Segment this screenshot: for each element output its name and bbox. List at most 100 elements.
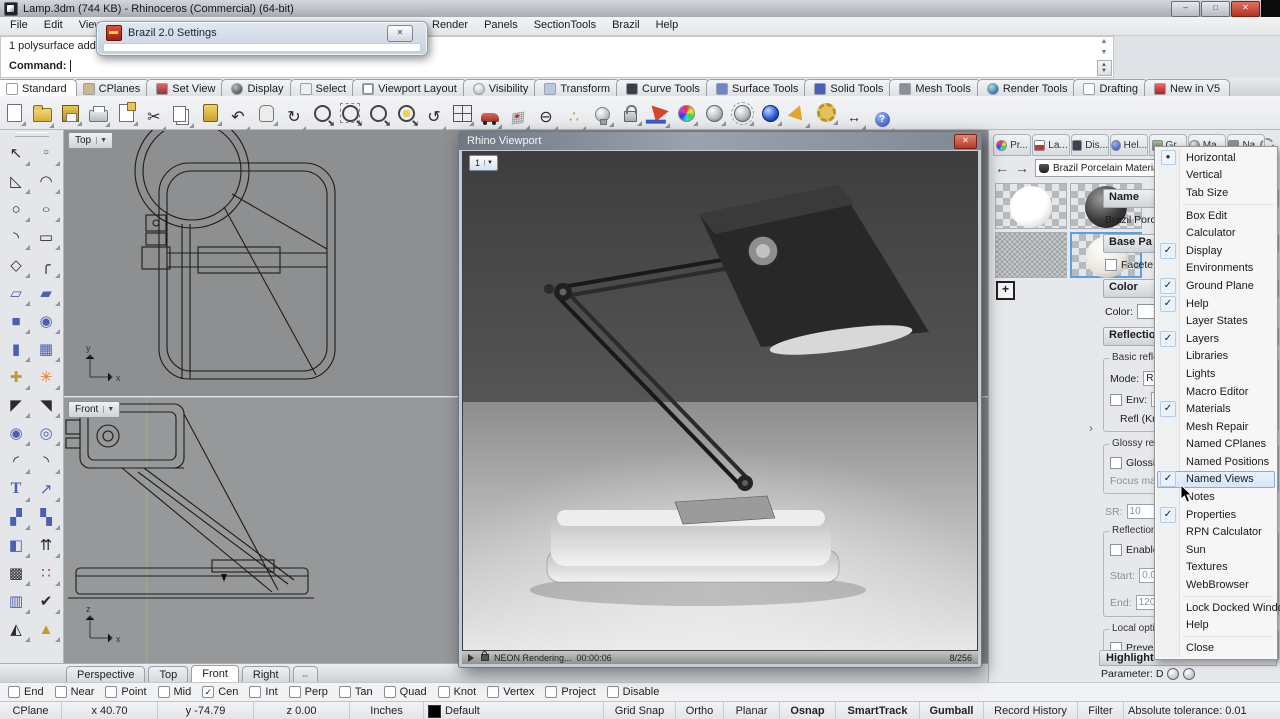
undo-icon[interactable]: ↶ bbox=[226, 105, 250, 131]
sr-field[interactable]: 10 bbox=[1127, 504, 1157, 519]
flyout-triangle-icon[interactable] bbox=[861, 125, 866, 130]
cut-icon[interactable]: ✂ bbox=[142, 105, 166, 131]
menu-item-close[interactable]: Close bbox=[1157, 639, 1275, 657]
flyout-triangle-icon[interactable] bbox=[25, 217, 30, 222]
osnap-perp[interactable]: Perp bbox=[289, 686, 328, 698]
command-prompt[interactable]: Command: bbox=[9, 60, 71, 72]
viewport-dropdown-icon[interactable]: ▼ bbox=[103, 406, 117, 413]
floating-render-window[interactable]: Rhino Viewport ✕ 1▼ bbox=[458, 131, 982, 668]
flyout-triangle-icon[interactable] bbox=[25, 245, 30, 250]
puzzle-icon[interactable]: ✚ bbox=[2, 363, 31, 391]
tab-render-tools[interactable]: Render Tools bbox=[977, 79, 1078, 97]
zoom-extents-icon[interactable] bbox=[394, 100, 418, 126]
flyout-triangle-icon[interactable] bbox=[245, 126, 250, 131]
flyout-triangle-icon[interactable] bbox=[55, 189, 60, 194]
render-window-title-bar[interactable]: Rhino Viewport ✕ bbox=[459, 132, 981, 150]
distribute-icon[interactable]: ▚ bbox=[32, 503, 61, 531]
flyout-triangle-icon[interactable] bbox=[55, 609, 60, 614]
solid-edit-icon[interactable]: ◧ bbox=[2, 531, 31, 559]
tab-standard[interactable]: Standard bbox=[0, 79, 77, 97]
flyout-triangle-icon[interactable] bbox=[55, 441, 60, 446]
menu-item-environments[interactable]: Environments bbox=[1157, 260, 1275, 278]
flyout-triangle-icon[interactable] bbox=[609, 122, 614, 127]
menu-item-calculator[interactable]: Calculator bbox=[1157, 224, 1275, 242]
flyout-triangle-icon[interactable] bbox=[25, 329, 30, 334]
polygon-icon[interactable]: ◇ bbox=[2, 251, 31, 279]
render-window-close-button[interactable]: ✕ bbox=[954, 134, 977, 149]
save-icon[interactable] bbox=[58, 100, 82, 126]
forward-arrow-icon[interactable]: → bbox=[1015, 160, 1029, 176]
flyout-triangle-icon[interactable] bbox=[749, 121, 754, 126]
flyout-triangle-icon[interactable] bbox=[55, 245, 60, 250]
faceted-checkbox[interactable] bbox=[1105, 259, 1117, 271]
reset-icon[interactable] bbox=[1167, 668, 1179, 680]
checkbox[interactable] bbox=[8, 686, 20, 698]
flyout-triangle-icon[interactable] bbox=[55, 301, 60, 306]
status-units[interactable]: Inches bbox=[350, 702, 424, 719]
paste-icon[interactable] bbox=[198, 100, 222, 126]
osnap-int[interactable]: Int bbox=[249, 686, 277, 698]
brazil-settings-dialog[interactable]: Brazil 2.0 Settings ✕ bbox=[96, 21, 428, 56]
menu-item-sun[interactable]: Sun bbox=[1157, 541, 1275, 559]
flyout-triangle-icon[interactable] bbox=[25, 385, 30, 390]
flyout-triangle-icon[interactable] bbox=[25, 469, 30, 474]
flyout-triangle-icon[interactable] bbox=[55, 553, 60, 558]
help-icon[interactable]: ? bbox=[870, 107, 894, 133]
viewport-tab-right[interactable]: Right bbox=[242, 666, 290, 682]
ellipse-icon[interactable]: ○ bbox=[32, 195, 61, 223]
play-icon[interactable] bbox=[468, 654, 474, 662]
menu-item-layer-states[interactable]: Layer States bbox=[1157, 312, 1275, 330]
flyout-triangle-icon[interactable] bbox=[49, 123, 54, 128]
dialog-close-button[interactable]: ✕ bbox=[387, 25, 413, 42]
polyline-icon[interactable]: ◺ bbox=[2, 167, 31, 195]
status-gumball[interactable]: Gumball bbox=[920, 702, 984, 719]
fillet-curve-icon[interactable]: ╭ bbox=[32, 251, 61, 279]
osnap-vertex[interactable]: Vertex bbox=[487, 686, 534, 698]
status-tolerance[interactable]: Absolute tolerance: 0.01 bbox=[1124, 702, 1280, 719]
status-grid-snap[interactable]: Grid Snap bbox=[604, 702, 676, 719]
menu-item-mesh-repair[interactable]: Mesh Repair bbox=[1157, 418, 1275, 436]
tab-set-view[interactable]: Set View bbox=[146, 79, 225, 97]
tab-viewport-layout[interactable]: Viewport Layout bbox=[352, 79, 467, 97]
panel-tab-help[interactable]: Hel... bbox=[1110, 134, 1148, 156]
panel-tab-layers[interactable]: La... bbox=[1032, 134, 1070, 156]
curved-surface-icon[interactable]: ▰ bbox=[32, 279, 61, 307]
zoom-dynamic-icon[interactable] bbox=[310, 100, 334, 126]
flyout-triangle-icon[interactable] bbox=[55, 469, 60, 474]
flyout-triangle-icon[interactable] bbox=[105, 122, 110, 127]
osnap-cen[interactable]: ✓ Cen bbox=[202, 686, 238, 698]
checkbox[interactable] bbox=[384, 686, 396, 698]
flyout-triangle-icon[interactable] bbox=[25, 301, 30, 306]
menu-item-lights[interactable]: Lights bbox=[1157, 365, 1275, 383]
point-cloud-icon[interactable]: ∴ bbox=[562, 105, 586, 131]
menu-item-webbrowser[interactable]: WebBrowser bbox=[1157, 576, 1275, 594]
brazil-render-icon[interactable] bbox=[646, 102, 670, 128]
status-z[interactable]: z 0.00 bbox=[254, 702, 350, 719]
menu-item-ground-plane[interactable]: ✓ Ground Plane bbox=[1157, 277, 1275, 295]
explode-icon[interactable]: ✳ bbox=[32, 363, 61, 391]
checkbox[interactable] bbox=[339, 686, 351, 698]
material-swatch-white[interactable] bbox=[995, 183, 1067, 229]
flyout-triangle-icon[interactable] bbox=[441, 126, 446, 131]
minimize-button[interactable]: – bbox=[1171, 1, 1200, 17]
flyout-triangle-icon[interactable] bbox=[25, 357, 30, 362]
flyout-triangle-icon[interactable] bbox=[553, 126, 558, 131]
menu-item-box-edit[interactable]: Box Edit bbox=[1157, 207, 1275, 225]
arc-icon[interactable]: ◝ bbox=[2, 223, 31, 251]
viewport-tab-new[interactable]: ⇔ bbox=[293, 666, 318, 682]
flyout-triangle-icon[interactable] bbox=[21, 121, 26, 126]
undo-view-icon[interactable]: ↺ bbox=[422, 105, 446, 131]
flyout-triangle-icon[interactable] bbox=[161, 126, 166, 131]
status-smarttrack[interactable]: SmartTrack bbox=[836, 702, 920, 719]
menu-item-macro-editor[interactable]: Macro Editor bbox=[1157, 383, 1275, 401]
menu-item-help-2[interactable]: Help bbox=[1157, 616, 1275, 634]
status-ortho[interactable]: Ortho bbox=[676, 702, 724, 719]
flyout-triangle-icon[interactable] bbox=[55, 497, 60, 502]
status-y[interactable]: y -74.79 bbox=[158, 702, 254, 719]
menu-item-help[interactable]: ✓ Help bbox=[1157, 295, 1275, 313]
render-preview-icon[interactable] bbox=[702, 100, 726, 126]
export-icon[interactable] bbox=[114, 100, 138, 126]
status-x[interactable]: x 40.70 bbox=[62, 702, 158, 719]
osnap-near[interactable]: Near bbox=[55, 686, 95, 698]
osnap-disable[interactable]: Disable bbox=[607, 686, 660, 698]
